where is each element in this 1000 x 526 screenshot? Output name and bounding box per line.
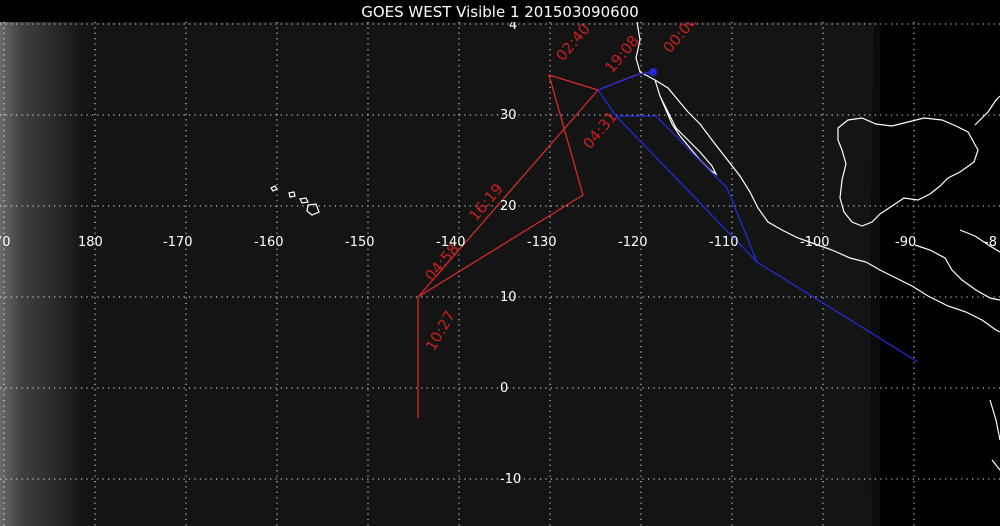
current-position-marker — [649, 68, 657, 76]
lon-label-minus170: -170 — [163, 235, 193, 250]
lon-label-minus90: -90 — [895, 235, 916, 250]
lon-label-minus100: -100 — [800, 235, 830, 250]
map-canvas: 02:40 19:08 00:00 16:19 04:58 10:27 04:3… — [0, 0, 1000, 526]
image-title: GOES WEST Visible 1 201503090600 — [361, 3, 639, 21]
lat-label-10: 10 — [500, 290, 517, 305]
lon-label-minus120: -120 — [618, 235, 648, 250]
lon-label-minus160: -160 — [254, 235, 284, 250]
lon-label-minus140: -140 — [436, 235, 466, 250]
lon-label-minus80: -8 — [984, 235, 997, 250]
lon-label-180: 180 — [78, 235, 103, 250]
lat-label-0: 0 — [500, 381, 508, 396]
lon-label-minus150: -150 — [345, 235, 375, 250]
lon-label-minus130: -130 — [527, 235, 557, 250]
lat-label-minus10: -10 — [500, 472, 521, 487]
left-limb-haze — [0, 22, 85, 526]
lat-label-30: 30 — [500, 108, 517, 123]
lon-label-minus110: -110 — [709, 235, 739, 250]
lon-label-170: 70 — [0, 235, 11, 250]
lat-label-20: 20 — [500, 199, 517, 214]
satellite-map: 02:40 19:08 00:00 16:19 04:58 10:27 04:3… — [0, 0, 1000, 526]
